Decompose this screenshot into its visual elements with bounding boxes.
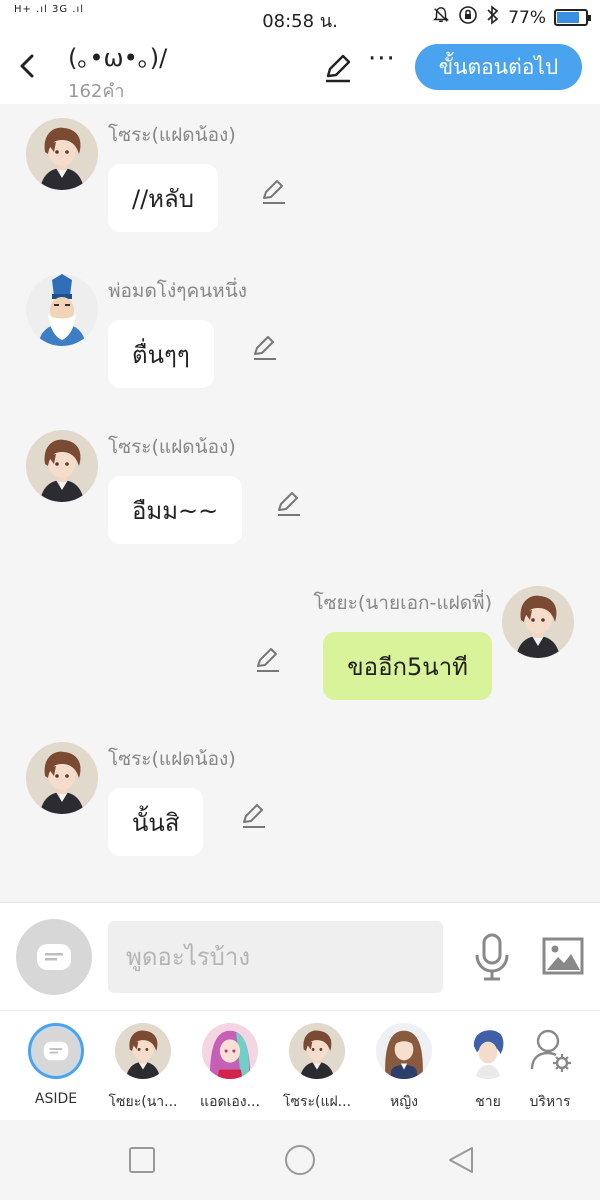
aside-toggle-button[interactable] (16, 919, 92, 995)
back-icon[interactable] (14, 50, 42, 82)
edit-message-icon[interactable] (253, 646, 281, 674)
character-label: แอดเอง... (200, 1094, 260, 1110)
avatar (115, 1023, 171, 1079)
avatar (289, 1023, 345, 1079)
aside-avatar (28, 1023, 84, 1079)
message-bubble[interactable]: //หลับ (108, 164, 218, 232)
more-options-icon[interactable]: ··· (368, 44, 396, 74)
avatar (460, 1023, 516, 1079)
sender-name: โซระ(แฝดน้อง) (108, 436, 236, 458)
character-aside[interactable]: ASIDE (16, 1023, 96, 1107)
avatar[interactable] (502, 586, 574, 658)
home-icon[interactable] (285, 1145, 315, 1175)
next-step-button[interactable]: ขั้นตอนต่อไป (415, 44, 582, 90)
system-nav-bar (0, 1120, 600, 1200)
edit-icon[interactable] (322, 52, 354, 84)
character-item[interactable]: หญิง (364, 1023, 444, 1113)
status-icons: 77% (432, 5, 591, 30)
edit-message-icon[interactable] (239, 802, 267, 830)
sender-name: โซยะ(นายเอก-แฝดพี่) (313, 592, 492, 614)
word-count: 162คำ (68, 81, 125, 102)
story-title: (｡•ω•｡)/ (68, 44, 168, 72)
status-bar: H+ .ıl 3G .ıl 08:58 น. 77% (0, 0, 600, 32)
avatar[interactable] (26, 430, 98, 502)
character-label: บริหาร (529, 1094, 571, 1110)
message-bubble[interactable]: นั้นสิ (108, 788, 204, 856)
battery-percent: 77% (508, 7, 546, 28)
manage-characters-button[interactable]: บริหาร (510, 1023, 590, 1113)
recent-apps-icon[interactable] (129, 1147, 155, 1173)
manage-icon (522, 1023, 578, 1079)
avatar[interactable] (26, 274, 98, 346)
chat-area[interactable]: โซระ(แฝดน้อง) //หลับ พ่อมดโง่ๆคนหนึ่ง ตื… (0, 104, 600, 902)
avatar[interactable] (26, 118, 98, 190)
character-label: โซยะ(นา... (108, 1094, 178, 1110)
avatar (376, 1023, 432, 1079)
message-bubble[interactable]: อืมม~~ (108, 476, 243, 544)
message-bubble[interactable]: ขออีก5นาที (323, 632, 492, 700)
mute-icon (432, 6, 450, 29)
microphone-icon[interactable] (472, 933, 512, 981)
rotation-lock-icon (458, 5, 478, 30)
character-item[interactable]: โซยะ(นา... (103, 1023, 183, 1113)
battery-icon (554, 9, 591, 26)
aside-icon (37, 944, 71, 970)
sender-name: พ่อมดโง่ๆคนหนึ่ง (108, 280, 247, 302)
sender-name: โซระ(แฝดน้อง) (108, 124, 236, 146)
bluetooth-icon (486, 5, 500, 30)
edit-message-icon[interactable] (259, 178, 287, 206)
message-bubble[interactable]: ตื่นๆๆ (108, 320, 214, 388)
character-item[interactable]: โซระ(แฝ... (277, 1023, 357, 1113)
character-label: ASIDE (34, 1091, 78, 1107)
sender-name: โซระ(แฝดน้อง) (108, 748, 236, 770)
battery-level (557, 12, 579, 23)
edit-message-icon[interactable] (274, 490, 302, 518)
back-nav-icon[interactable] (446, 1144, 476, 1176)
story-header: (｡•ω•｡)/ 162คำ ··· ขั้นตอนต่อไป (0, 32, 600, 104)
image-icon[interactable] (542, 937, 584, 975)
character-item[interactable]: แอดเอง... (190, 1023, 270, 1113)
character-label: โซระ(แฝ... (282, 1094, 352, 1110)
character-selector: ASIDE โซยะ(นา... แอดเอง... โซระ(แฝ... หญ… (0, 1010, 600, 1120)
message-input[interactable] (108, 921, 443, 993)
edit-message-icon[interactable] (250, 334, 278, 362)
avatar[interactable] (26, 742, 98, 814)
avatar (202, 1023, 258, 1079)
composer-bar (0, 902, 600, 1010)
character-label: หญิง (390, 1094, 418, 1110)
